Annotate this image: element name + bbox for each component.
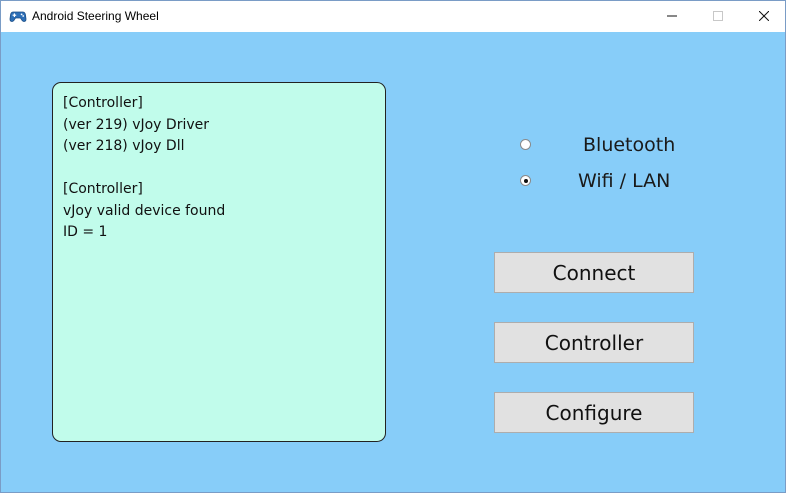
minimize-button[interactable]: [649, 1, 695, 32]
maximize-button[interactable]: [695, 1, 741, 32]
gamepad-icon: [9, 9, 27, 23]
client-area: [Controller] (ver 219) vJoy Driver (ver …: [1, 32, 785, 492]
app-window: Android Steering Wheel [Controller] (ver…: [0, 0, 786, 493]
wifi-lan-radio[interactable]: [520, 175, 531, 186]
wifi-lan-option[interactable]: Wifi / LAN: [520, 169, 720, 193]
log-output[interactable]: [Controller] (ver 219) vJoy Driver (ver …: [52, 82, 386, 442]
radio-selected-dot: [523, 178, 528, 183]
log-line: [Controller]: [63, 181, 143, 197]
log-line: (ver 218) vJoy Dll: [63, 138, 185, 154]
bluetooth-option[interactable]: Bluetooth: [520, 133, 720, 157]
log-line: (ver 219) vJoy Driver: [63, 116, 209, 133]
wifi-lan-label: Wifi / LAN: [578, 170, 671, 192]
connect-button[interactable]: Connect: [494, 252, 694, 293]
minimize-icon: [667, 8, 677, 26]
bluetooth-radio[interactable]: [520, 139, 531, 150]
close-icon: [758, 8, 770, 26]
log-line: ID = 1: [63, 224, 108, 240]
log-line: [Controller]: [63, 95, 143, 111]
title-bar[interactable]: Android Steering Wheel: [1, 1, 785, 32]
log-line: vJoy valid device found: [63, 202, 226, 219]
close-button[interactable]: [741, 1, 785, 32]
configure-button[interactable]: Configure: [494, 392, 694, 433]
bluetooth-label: Bluetooth: [583, 134, 676, 156]
maximize-icon: [713, 8, 723, 26]
controller-button[interactable]: Controller: [494, 322, 694, 363]
window-title: Android Steering Wheel: [32, 9, 159, 23]
